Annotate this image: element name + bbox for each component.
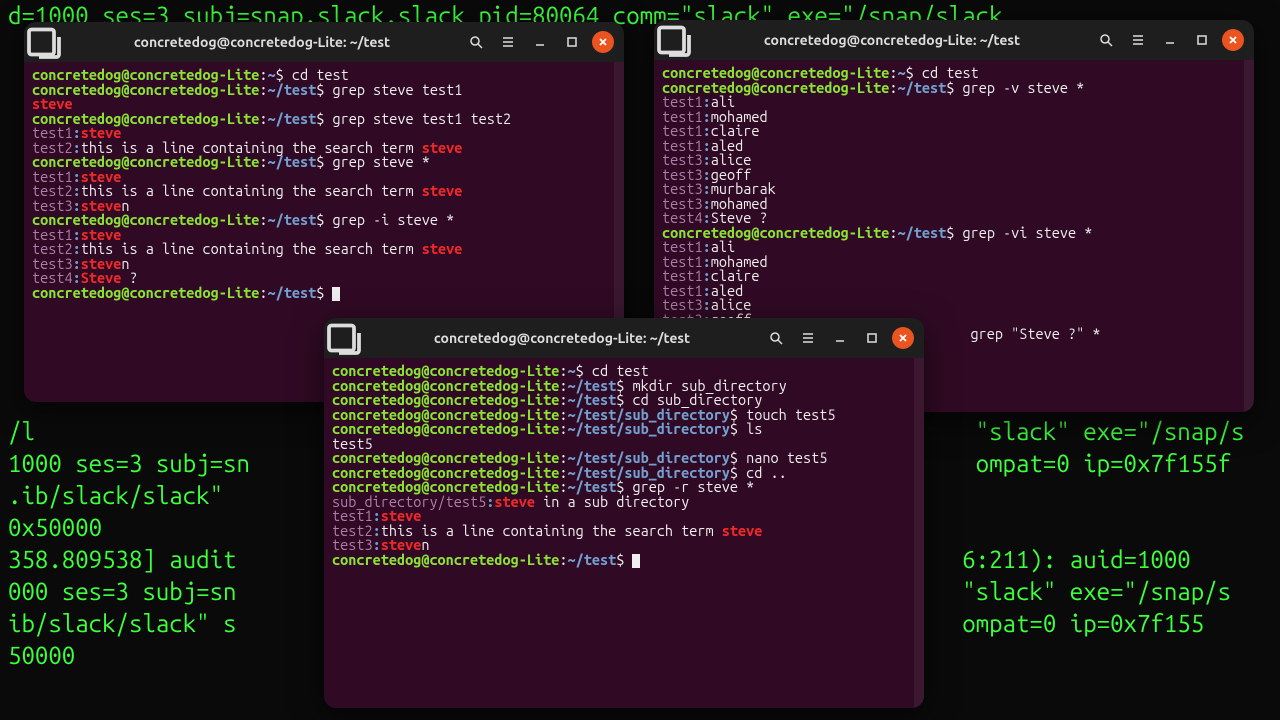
search-button[interactable] bbox=[764, 326, 788, 350]
close-button[interactable] bbox=[1222, 29, 1244, 51]
window-title: concretedog@concretedog-Lite: ~/test bbox=[364, 330, 760, 346]
new-tab-button[interactable] bbox=[654, 20, 694, 60]
titlebar[interactable]: concretedog@concretedog-Lite: ~/test bbox=[654, 20, 1254, 60]
scrollbar[interactable] bbox=[1244, 60, 1254, 412]
window-title: concretedog@concretedog-Lite: ~/test bbox=[64, 34, 460, 50]
maximize-button[interactable] bbox=[560, 30, 584, 54]
new-tab-button[interactable] bbox=[324, 318, 364, 358]
close-button[interactable] bbox=[892, 327, 914, 349]
search-button[interactable] bbox=[1094, 28, 1118, 52]
window-title: concretedog@concretedog-Lite: ~/test bbox=[694, 32, 1090, 48]
menu-button[interactable] bbox=[496, 30, 520, 54]
maximize-button[interactable] bbox=[860, 326, 884, 350]
maximize-button[interactable] bbox=[1190, 28, 1214, 52]
scrollbar[interactable] bbox=[914, 358, 924, 708]
terminal-content[interactable]: concretedog@concretedog-Lite:~$ cd testc… bbox=[324, 358, 924, 708]
terminal-window-3[interactable]: concretedog@concretedog-Lite: ~/test con… bbox=[324, 318, 924, 708]
titlebar[interactable]: concretedog@concretedog-Lite: ~/test bbox=[324, 318, 924, 358]
menu-button[interactable] bbox=[1126, 28, 1150, 52]
new-tab-button[interactable] bbox=[24, 22, 64, 62]
search-button[interactable] bbox=[464, 30, 488, 54]
titlebar[interactable]: concretedog@concretedog-Lite: ~/test bbox=[24, 22, 624, 62]
close-button[interactable] bbox=[592, 31, 614, 53]
minimize-button[interactable] bbox=[828, 326, 852, 350]
minimize-button[interactable] bbox=[1158, 28, 1182, 52]
menu-button[interactable] bbox=[796, 326, 820, 350]
minimize-button[interactable] bbox=[528, 30, 552, 54]
